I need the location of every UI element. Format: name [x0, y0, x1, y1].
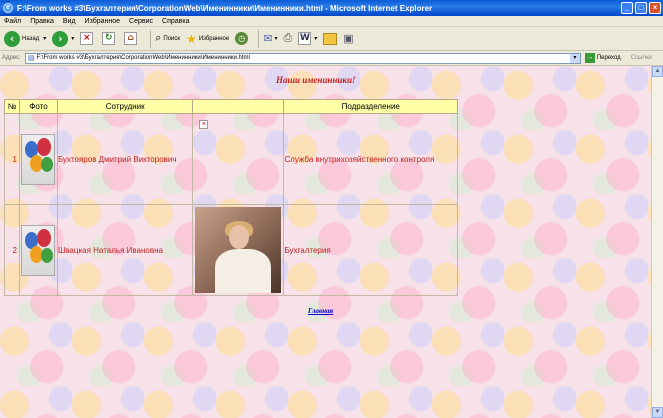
favorites-label: Избранное	[198, 35, 230, 42]
photo2-cell: ×	[192, 113, 285, 205]
table-header-row: № Фото Сотрудник Подразделение	[4, 99, 458, 114]
employee-photo	[195, 207, 282, 293]
photo-cell	[18, 113, 58, 205]
stop-icon: ×	[80, 32, 94, 45]
address-label: Адрес:	[2, 55, 21, 61]
stop-button[interactable]: ×	[80, 32, 96, 45]
scroll-down-icon[interactable]: ▼	[652, 407, 663, 418]
menu-favorites[interactable]: Избранное	[85, 18, 120, 25]
row-number: 2	[4, 204, 20, 296]
vertical-scrollbar[interactable]: ▲ ▼	[651, 66, 663, 418]
menu-tools[interactable]: Сервис	[129, 18, 153, 25]
row-number: 1	[4, 113, 20, 205]
history-button[interactable]: ◷	[235, 32, 249, 45]
toolbar-separator	[150, 29, 152, 48]
mail-button[interactable]: ✉ ▾	[263, 32, 277, 45]
search-icon: ⌕	[155, 32, 162, 44]
page-content: Наши именинники! № Фото Сотрудник Подраз…	[0, 66, 651, 418]
printer-icon: ⎙	[283, 32, 293, 44]
menu-edit[interactable]: Правка	[30, 18, 54, 25]
print-button[interactable]: ⎙	[283, 32, 292, 45]
menu-help[interactable]: Справка	[162, 18, 189, 25]
forward-arrow-icon: ›	[52, 30, 69, 47]
page-heading: Наши именинники!	[276, 75, 356, 85]
search-button[interactable]: ⌕ Поиск	[155, 32, 180, 45]
close-button[interactable]: ×	[649, 2, 661, 14]
employee-name: Швацкая Наталья Ивановна	[56, 204, 194, 296]
home-button[interactable]: ⌂	[124, 32, 140, 45]
column-header: №	[4, 99, 20, 114]
balloons-photo	[21, 224, 56, 276]
photo-cell	[18, 204, 58, 296]
favorites-button[interactable]: ★ Избранное	[186, 32, 229, 46]
mail-icon: ✉	[263, 33, 273, 45]
column-header: Фото	[18, 99, 58, 114]
menu-view[interactable]: Вид	[63, 18, 76, 25]
menu-file[interactable]: Файл	[4, 18, 21, 25]
chevron-down-icon: ▾	[314, 36, 318, 42]
toolbar-separator	[258, 29, 260, 48]
go-label: Переход	[596, 55, 621, 61]
column-header: Сотрудник	[56, 99, 194, 114]
folder-icon	[323, 32, 338, 45]
links-label[interactable]: Ссылки	[631, 55, 652, 61]
history-icon: ◷	[235, 32, 249, 45]
toolbar: ‹ Назад ▾ › ▾ × ↻ ⌂ ⌕ Поиск ★ Избранное …	[0, 27, 663, 51]
go-button[interactable]: → Переход	[584, 53, 621, 63]
employees-table: № Фото Сотрудник Подразделение 1 Бухтояр…	[4, 99, 458, 296]
back-button[interactable]: ‹ Назад ▾	[4, 30, 46, 47]
address-bar: Адрес: ▤ F:\From works #3\Бухгалтерия\Co…	[0, 51, 663, 66]
window-titlebar: e F:\From works #3\Бухгалтерия\Corporati…	[0, 0, 663, 16]
photo2-cell	[192, 204, 285, 296]
edit-button[interactable]: W ▾	[298, 32, 317, 45]
discuss-button[interactable]	[323, 32, 338, 45]
word-icon: W	[298, 32, 312, 45]
column-header	[192, 99, 285, 114]
table-row: 1 Бухтояров Дмитрий Викторович × Служба …	[4, 113, 458, 205]
forward-button[interactable]: › ▾	[52, 30, 74, 47]
chevron-down-icon: ▾	[274, 36, 278, 42]
table-row: 2 Швацкая Наталья Ивановна Бухгалтерия	[4, 204, 458, 296]
chevron-down-icon[interactable]: ▾	[71, 35, 74, 42]
address-value: F:\From works #3\Бухгалтерия\Corporation…	[36, 55, 250, 61]
home-icon: ⌂	[124, 32, 138, 45]
department: Бухгалтерия	[283, 204, 458, 296]
back-label: Назад	[22, 35, 40, 42]
employee-name: Бухтояров Дмитрий Викторович	[56, 113, 194, 205]
research-icon: ▣	[343, 33, 354, 45]
address-input[interactable]: ▤ F:\From works #3\Бухгалтерия\Corporati…	[24, 52, 581, 64]
maximize-button[interactable]: □	[635, 2, 647, 14]
refresh-button[interactable]: ↻	[102, 32, 118, 45]
ie-icon: e	[3, 3, 13, 13]
window-title: F:\From works #3\Бухгалтерия\Corporation…	[17, 3, 433, 13]
scroll-up-icon[interactable]: ▲	[652, 66, 663, 77]
chevron-down-icon[interactable]: ▾	[43, 35, 46, 42]
research-button[interactable]: ▣	[343, 32, 353, 45]
star-icon: ★	[186, 31, 197, 46]
balloons-photo	[21, 133, 56, 185]
refresh-icon: ↻	[102, 32, 116, 45]
search-label: Поиск	[163, 35, 181, 42]
menu-bar: Файл Правка Вид Избранное Сервис Справка	[0, 16, 663, 27]
broken-image-icon: ×	[199, 120, 209, 129]
minimize-button[interactable]: _	[621, 2, 633, 14]
go-arrow-icon: →	[584, 53, 595, 63]
chevron-down-icon[interactable]: ▾	[569, 53, 580, 63]
page-icon: ▤	[27, 55, 35, 62]
column-header: Подразделение	[283, 99, 458, 114]
home-link[interactable]: Главная	[308, 307, 333, 315]
back-arrow-icon: ‹	[4, 30, 20, 47]
department: Служба внутрихозяйственного контроля	[283, 113, 458, 205]
